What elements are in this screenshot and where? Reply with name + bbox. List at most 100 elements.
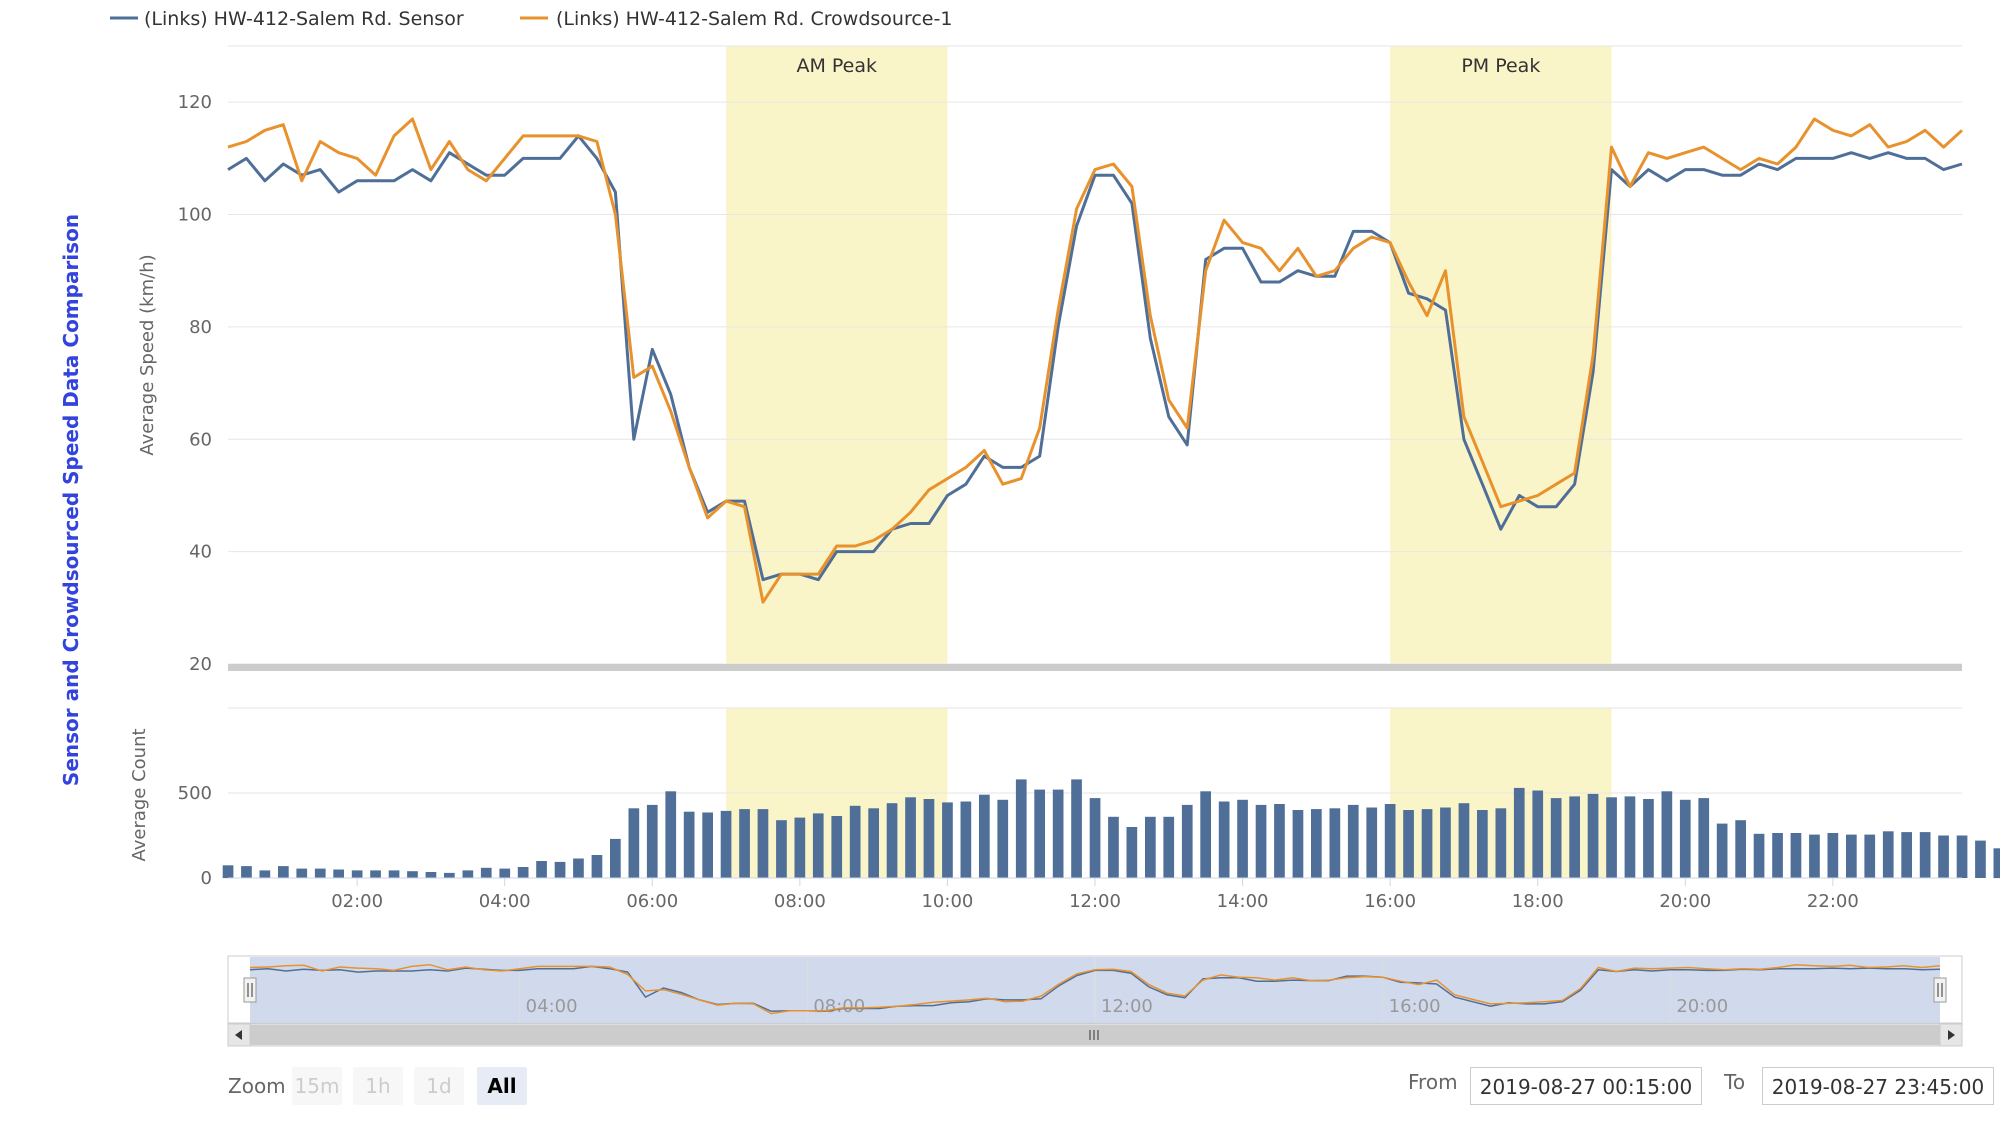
count-bar [1625,796,1636,878]
zoom-1h-button[interactable]: 1h [353,1067,403,1105]
scrollbar-thumb[interactable] [250,1025,1940,1045]
count-bar [1293,810,1304,878]
legend[interactable]: (Links) HW-412-Salem Rd. Sensor (Links) … [110,8,952,30]
count-bar [463,870,474,878]
count-bar [1034,790,1045,878]
count-bar [555,862,566,878]
speed-series-line-1 [228,119,1962,602]
count-bar [1256,805,1267,878]
speed-y-tick: 80 [189,317,212,338]
count-bar [426,872,437,878]
count-bar [241,866,252,878]
count-bar [1348,805,1359,878]
count-bar [1717,824,1728,878]
count-bar [924,799,935,878]
count-bar [1182,805,1193,878]
count-bar [444,873,455,878]
count-bar [1366,808,1377,879]
chart-title: Sensor and Crowdsourced Speed Data Compa… [59,214,83,786]
count-bar [1422,809,1433,878]
count-bar [315,869,326,878]
count-plot-area: 0500 Average Count 02:0004:0006:0008:001… [129,708,2000,912]
count-bar [499,869,510,878]
count-y-tick: 0 [201,868,212,889]
count-bar [296,869,307,878]
count-bar [1053,790,1064,878]
x-tick-label: 02:00 [331,891,383,912]
legend-item-sensor[interactable]: (Links) HW-412-Salem Rd. Sensor [110,8,464,30]
speed-y-axis-label: Average Speed (km/h) [137,254,158,455]
from-label: From [1408,1070,1458,1094]
zoom-1d-button[interactable]: 1d [414,1067,464,1105]
count-bar [352,870,363,878]
count-bar [1403,810,1414,878]
x-tick-label: 22:00 [1807,891,1859,912]
count-bar [1108,817,1119,878]
scrollbar-left-arrow[interactable] [228,1024,250,1046]
navigator-x-tick: 08:00 [813,996,865,1017]
count-bar [1237,800,1248,878]
peak-band-label-0: AM Peak [796,55,877,77]
count-bar [1440,808,1451,879]
count-bar [223,865,234,878]
pane-separator [228,664,1962,671]
count-bar [1311,809,1322,878]
x-tick-label: 08:00 [774,891,826,912]
count-bar [573,859,584,879]
speed-plot-area: AM PeakPM Peak 20406080100120 Average Sp… [137,46,1962,675]
count-bar [1809,835,1820,878]
from-date-input[interactable]: 2019-08-27 00:15:00 [1470,1067,1702,1105]
x-tick-label: 10:00 [921,891,973,912]
count-bar [813,813,824,878]
peak-band-1 [1390,46,1611,664]
count-bar [1643,799,1654,878]
legend-item-crowdsource[interactable]: (Links) HW-412-Salem Rd. Crowdsource-1 [520,8,952,30]
count-bar [1090,798,1101,878]
count-bar [684,812,695,878]
navigator-handle-left[interactable] [244,978,256,1002]
count-bar [1330,808,1341,878]
count-bar [1532,791,1543,879]
navigator[interactable]: 04:0008:0012:0016:0020:00 [228,956,1962,1023]
count-bar [997,800,1008,878]
count-bar [647,805,658,878]
count-bar [1496,808,1507,878]
count-y-tick: 500 [178,783,212,804]
count-bar [1735,820,1746,878]
to-date-input[interactable]: 2019-08-27 23:45:00 [1762,1067,1994,1105]
x-tick-label: 16:00 [1364,891,1416,912]
zoom-all-button[interactable]: All [477,1067,527,1105]
speed-y-tick: 20 [189,654,212,675]
count-bar [1016,779,1027,878]
scrollbar[interactable] [228,1024,1962,1046]
count-bar [333,870,344,879]
count-bar [868,808,879,878]
count-bar [1569,796,1580,878]
count-bar [665,791,676,878]
count-bar [1606,797,1617,878]
count-bar [1680,800,1691,878]
count-bar [1145,817,1156,878]
count-bars [223,779,2000,878]
to-label: To [1724,1070,1745,1094]
count-bar [407,871,418,878]
count-bar [1071,779,1082,878]
count-bar [610,839,621,878]
count-bar [1588,794,1599,878]
count-bar [389,870,400,878]
scrollbar-right-arrow[interactable] [1940,1024,1962,1046]
x-tick-label: 18:00 [1512,891,1564,912]
count-bar [1514,788,1525,878]
count-bar [1883,831,1894,878]
speed-y-tick: 60 [189,429,212,450]
navigator-x-tick: 12:00 [1101,996,1153,1017]
count-bar [278,866,289,878]
count-bar [721,811,732,878]
count-bar [481,868,492,878]
count-bar [1901,832,1912,878]
x-tick-label: 06:00 [626,891,678,912]
count-bar [1459,803,1470,878]
count-bar [1994,848,2000,878]
zoom-15m-button[interactable]: 15m [292,1067,342,1105]
navigator-handle-right[interactable] [1934,978,1946,1002]
